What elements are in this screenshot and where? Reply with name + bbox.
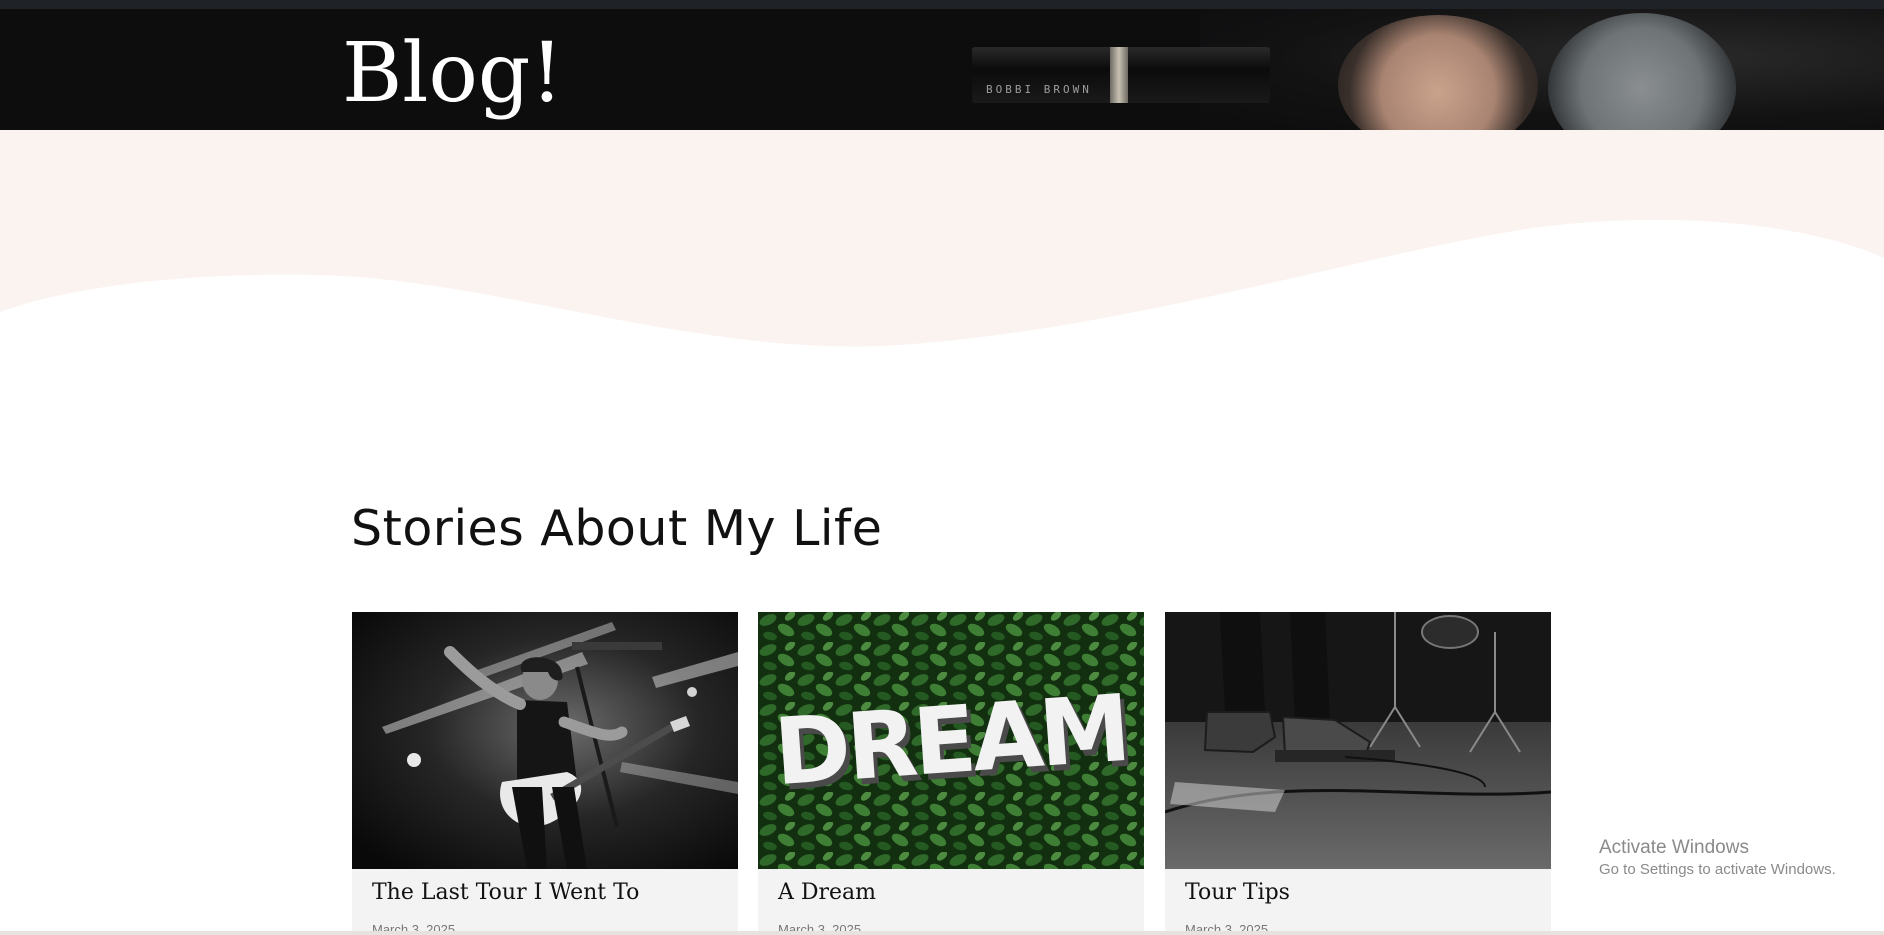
wave-divider	[0, 130, 1884, 347]
page-title: Blog!	[342, 26, 564, 121]
blog-post-card[interactable]: DREAM DREAM A Dream March 3, 2025	[758, 612, 1144, 935]
lipstick-product-image: BOBBI BROWN	[972, 47, 1270, 103]
post-title[interactable]: A Dream	[778, 880, 876, 905]
blog-post-card[interactable]: The Last Tour I Went To March 3, 2025	[352, 612, 738, 935]
watermark-title: Activate Windows	[1599, 837, 1749, 858]
lipstick-metal-band	[1110, 47, 1128, 103]
post-thumbnail-dream[interactable]: DREAM DREAM	[758, 612, 1144, 869]
post-thumbnail-guitarist[interactable]	[352, 612, 738, 869]
windows-activation-watermark: Activate Windows Go to Settings to activ…	[1599, 836, 1836, 880]
watermark-subtitle: Go to Settings to activate Windows.	[1599, 861, 1836, 878]
post-thumbnail-boots[interactable]	[1165, 612, 1551, 869]
post-title[interactable]: Tour Tips	[1185, 880, 1290, 905]
hero-background-texture	[1200, 9, 1884, 130]
post-title[interactable]: The Last Tour I Went To	[372, 880, 639, 905]
lipstick-brand-label: BOBBI BROWN	[986, 83, 1092, 96]
section-title: Stories About My Life	[351, 500, 883, 557]
horizontal-scrollbar[interactable]	[0, 931, 1884, 935]
blog-post-card[interactable]: Tour Tips March 3, 2025	[1165, 612, 1551, 935]
blog-hero-banner: BOBBI BROWN Blog!	[0, 9, 1884, 130]
browser-chrome-strip	[0, 0, 1884, 9]
